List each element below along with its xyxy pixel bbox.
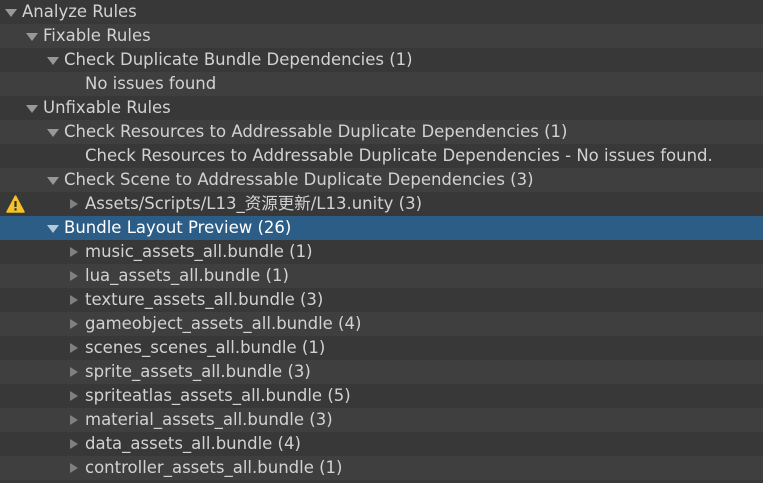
tree-row-label: sprite_assets_all.bundle (3) xyxy=(85,362,311,381)
collapse-arrow-icon[interactable] xyxy=(66,264,82,288)
expand-arrow-icon[interactable] xyxy=(45,120,61,144)
collapse-arrow-icon[interactable] xyxy=(66,336,82,360)
tree-row[interactable]: material_assets_all.bundle (3) xyxy=(0,408,763,432)
collapse-arrow-icon[interactable] xyxy=(66,288,82,312)
tree-row-label: No issues found xyxy=(85,74,217,93)
tree-row-label: scenes_scenes_all.bundle (1) xyxy=(85,338,326,357)
tree-row-label: Check Resources to Addressable Duplicate… xyxy=(64,122,568,141)
tree-row-label: Check Scene to Addressable Duplicate Dep… xyxy=(64,170,534,189)
collapse-arrow-icon[interactable] xyxy=(66,240,82,264)
tree-row-label: Assets/Scripts/L13_资源更新/L13.unity (3) xyxy=(85,194,423,213)
collapse-arrow-icon[interactable] xyxy=(66,432,82,456)
tree-row-label: texture_assets_all.bundle (3) xyxy=(85,290,324,309)
tree-row[interactable]: texture_assets_all.bundle (3) xyxy=(0,288,763,312)
expand-arrow-icon[interactable] xyxy=(45,48,61,72)
tree-row-label: controller_assets_all.bundle (1) xyxy=(85,458,343,477)
tree-row[interactable]: Check Resources to Addressable Duplicate… xyxy=(0,120,763,144)
tree-row-label: material_assets_all.bundle (3) xyxy=(85,410,333,429)
collapse-arrow-icon[interactable] xyxy=(66,360,82,384)
tree-row-label: music_assets_all.bundle (1) xyxy=(85,242,313,261)
tree-row-label: spriteatlas_assets_all.bundle (5) xyxy=(85,386,351,405)
tree-row-label: Unfixable Rules xyxy=(43,98,171,117)
expand-arrow-icon[interactable] xyxy=(24,24,40,48)
tree-row[interactable]: music_assets_all.bundle (1) xyxy=(0,240,763,264)
tree-row[interactable]: controller_assets_all.bundle (1) xyxy=(0,456,763,480)
expand-arrow-icon[interactable] xyxy=(24,96,40,120)
tree-row[interactable]: gameobject_assets_all.bundle (4) xyxy=(0,312,763,336)
tree-row[interactable]: Check Scene to Addressable Duplicate Dep… xyxy=(0,168,763,192)
tree-row[interactable]: lua_assets_all.bundle (1) xyxy=(0,264,763,288)
tree-row[interactable]: Fixable Rules xyxy=(0,24,763,48)
tree-row[interactable]: No issues found xyxy=(0,72,763,96)
collapse-arrow-icon[interactable] xyxy=(66,312,82,336)
expand-arrow-icon[interactable] xyxy=(3,0,19,24)
analyze-rules-tree: Analyze Rules Fixable Rules Check Duplicat… xyxy=(0,0,763,483)
tree-row[interactable]: Check Resources to Addressable Duplicate… xyxy=(0,144,763,168)
tree-row-label: Analyze Rules xyxy=(22,2,137,21)
tree-row[interactable]: Analyze Rules xyxy=(0,0,763,24)
tree-row[interactable]: Bundle Layout Preview (26) xyxy=(0,216,763,240)
tree-row-label: data_assets_all.bundle (4) xyxy=(85,434,301,453)
tree-row[interactable]: scenes_scenes_all.bundle (1) xyxy=(0,336,763,360)
tree-row[interactable]: spriteatlas_assets_all.bundle (5) xyxy=(0,384,763,408)
expand-arrow-icon[interactable] xyxy=(45,216,61,240)
tree-row[interactable]: Unfixable Rules xyxy=(0,96,763,120)
tree-row[interactable]: Assets/Scripts/L13_资源更新/L13.unity (3) xyxy=(0,192,763,216)
tree-row-label: lua_assets_all.bundle (1) xyxy=(85,266,289,285)
collapse-arrow-icon[interactable] xyxy=(66,408,82,432)
tree-row-label: Check Resources to Addressable Duplicate… xyxy=(85,146,713,165)
expand-arrow-icon[interactable] xyxy=(45,168,61,192)
tree-row[interactable]: Check Duplicate Bundle Dependencies (1) xyxy=(0,48,763,72)
collapse-arrow-icon[interactable] xyxy=(66,192,82,216)
tree-row-label: Fixable Rules xyxy=(43,26,151,45)
collapse-arrow-icon[interactable] xyxy=(66,384,82,408)
tree-row-label: Bundle Layout Preview (26) xyxy=(64,218,292,237)
warning-icon xyxy=(6,195,25,213)
collapse-arrow-icon[interactable] xyxy=(66,456,82,480)
tree-row[interactable]: data_assets_all.bundle (4) xyxy=(0,432,763,456)
tree-row-label: Check Duplicate Bundle Dependencies (1) xyxy=(64,50,413,69)
tree-row[interactable]: sprite_assets_all.bundle (3) xyxy=(0,360,763,384)
tree-row-label: gameobject_assets_all.bundle (4) xyxy=(85,314,362,333)
